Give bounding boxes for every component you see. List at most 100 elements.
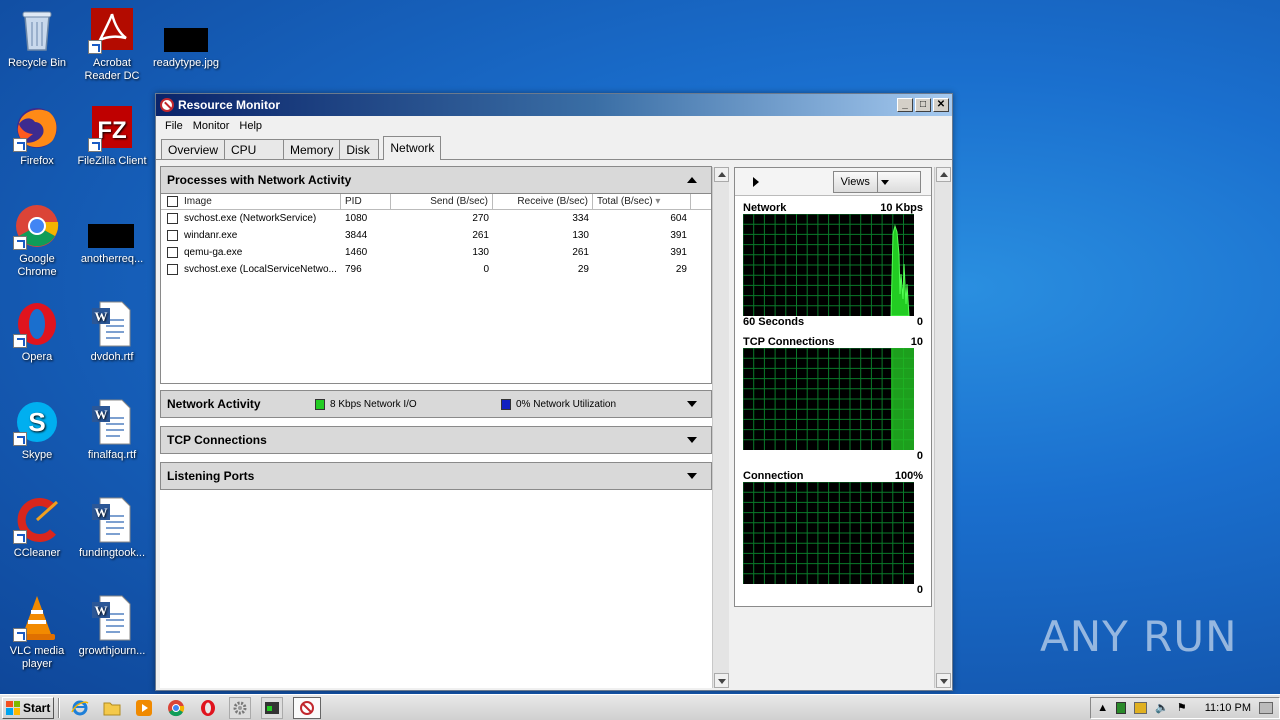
start-button[interactable]: Start xyxy=(2,696,54,719)
resource-monitor-taskbar-icon[interactable] xyxy=(293,696,321,719)
menu-bar: File Monitor Help xyxy=(156,116,952,136)
connection-graph: Connection 100% 0 xyxy=(743,470,923,596)
tab-overview[interactable]: Overview xyxy=(161,139,226,159)
processes-section-header[interactable]: Processes with Network Activity xyxy=(160,166,712,194)
security-center-icon[interactable] xyxy=(1134,701,1148,714)
col-send[interactable]: Send (B/sec) xyxy=(391,194,493,209)
maximize-button[interactable]: □ xyxy=(915,98,931,112)
tab-memory[interactable]: Memory xyxy=(283,139,341,159)
resource-monitor-window: Resource Monitor _ □ ✕ File Monitor Help… xyxy=(155,93,953,691)
settings-gear-icon[interactable] xyxy=(229,696,251,719)
table-row[interactable]: windanr.exe 3844 261 130 391 xyxy=(161,227,711,244)
desktop-icon-readytype[interactable]: readytype.jpg xyxy=(149,6,223,70)
internet-explorer-icon[interactable] xyxy=(69,697,91,719)
expand-arrow-icon[interactable] xyxy=(687,401,697,407)
collapse-arrow-icon[interactable] xyxy=(687,177,697,183)
graph-grid xyxy=(743,214,914,316)
col-total[interactable]: Total (B/sec) ▾ xyxy=(593,194,691,209)
scroll-down-arrow-icon[interactable] xyxy=(936,673,951,688)
desktop-icon-firefox[interactable]: Firefox xyxy=(0,104,74,168)
tab-strip: Overview CPU Memory Disk Network xyxy=(156,136,952,160)
desktop-icon-recycle-bin[interactable]: Recycle Bin xyxy=(0,6,74,70)
tab-cpu[interactable]: CPU xyxy=(224,139,285,159)
select-all-checkbox[interactable] xyxy=(167,196,178,207)
desktop-icon-skype[interactable]: S Skype xyxy=(0,398,74,462)
show-hidden-icons-icon[interactable]: ▲ xyxy=(1097,702,1108,714)
shortcut-arrow-icon xyxy=(13,334,27,348)
table-row[interactable]: qemu-ga.exe 1460 130 261 391 xyxy=(161,244,711,261)
show-desktop-icon[interactable] xyxy=(1259,701,1273,714)
svg-text:W: W xyxy=(95,603,108,618)
desktop-icon-acrobat[interactable]: Acrobat Reader DC xyxy=(75,6,149,83)
menu-monitor[interactable]: Monitor xyxy=(188,120,235,132)
network-graph-max: 10 Kbps xyxy=(880,202,923,214)
watermark-text: ANY RUN xyxy=(1040,612,1238,661)
clock[interactable]: 11:10 PM xyxy=(1205,702,1251,714)
desktop-icon-opera[interactable]: Opera xyxy=(0,300,74,364)
network-status-icon[interactable] xyxy=(1116,701,1127,714)
right-pane-scrollbar[interactable] xyxy=(934,167,951,688)
row-checkbox[interactable] xyxy=(167,247,178,258)
views-dropdown-button[interactable]: Views xyxy=(833,171,921,193)
action-center-flag-icon[interactable]: ⚑ xyxy=(1177,701,1187,714)
tab-disk[interactable]: Disk xyxy=(339,139,380,159)
file-explorer-icon[interactable] xyxy=(101,697,123,719)
scroll-up-arrow-icon[interactable] xyxy=(714,167,729,182)
close-button[interactable]: ✕ xyxy=(933,98,949,112)
shortcut-arrow-icon xyxy=(13,138,27,152)
word-document-icon: W xyxy=(88,398,136,446)
table-row[interactable]: svchost.exe (LocalServiceNetwo... 796 0 … xyxy=(161,261,711,278)
expand-arrow-icon[interactable] xyxy=(687,473,697,479)
network-activity-header[interactable]: Network Activity 8 Kbps Network I/O 0% N… xyxy=(160,390,712,418)
scroll-up-arrow-icon[interactable] xyxy=(936,167,951,182)
left-pane-scrollbar[interactable] xyxy=(712,167,729,688)
graphs-pane-header: Views xyxy=(735,168,931,196)
row-checkbox[interactable] xyxy=(167,264,178,275)
desktop-icon-chrome[interactable]: Google Chrome xyxy=(0,202,74,279)
desktop-icon-growthjourn[interactable]: W growthjourn... xyxy=(75,594,149,658)
terminal-window-icon[interactable] xyxy=(261,696,283,719)
media-player-icon[interactable] xyxy=(133,697,155,719)
shortcut-arrow-icon xyxy=(13,432,27,446)
process-total: 391 xyxy=(670,247,687,258)
desktop-icon-fundingtook[interactable]: W fundingtook... xyxy=(75,496,149,560)
desktop-icon-anotherreq[interactable]: anotherreq... xyxy=(75,202,149,266)
left-pane: Processes with Network Activity Image PI… xyxy=(160,166,712,688)
col-receive[interactable]: Receive (B/sec) xyxy=(493,194,593,209)
expand-arrow-icon[interactable] xyxy=(687,437,697,443)
table-row[interactable]: svchost.exe (NetworkService) 1080 270 33… xyxy=(161,210,711,227)
opera-icon[interactable] xyxy=(197,697,219,719)
anyrun-watermark: ANY RUN xyxy=(1040,612,1238,661)
processes-section-title: Processes with Network Activity xyxy=(167,173,352,187)
desktop-icon-filezilla[interactable]: FZ FileZilla Client xyxy=(75,104,149,168)
connection-graph-title: Connection xyxy=(743,470,804,482)
word-document-icon: W xyxy=(88,496,136,544)
col-pid[interactable]: PID xyxy=(341,194,391,209)
listening-ports-header[interactable]: Listening Ports xyxy=(160,462,712,490)
desktop-icon-finalfaq[interactable]: W finalfaq.rtf xyxy=(75,398,149,462)
icon-label: VLC media player xyxy=(9,645,65,670)
tcp-connections-header[interactable]: TCP Connections xyxy=(160,426,712,454)
row-checkbox[interactable] xyxy=(167,213,178,224)
connection-graph-svg xyxy=(743,482,914,584)
icon-label: dvdoh.rtf xyxy=(90,351,134,363)
process-pid: 3844 xyxy=(345,230,368,241)
expand-pane-icon[interactable] xyxy=(753,177,759,187)
desktop-icon-ccleaner[interactable]: CCleaner xyxy=(0,496,74,560)
start-label: Start xyxy=(23,700,51,715)
volume-icon[interactable]: 🔈 xyxy=(1155,701,1169,714)
chrome-icon[interactable] xyxy=(165,697,187,719)
process-total: 604 xyxy=(670,213,687,224)
desktop-icon-dvdoh[interactable]: W dvdoh.rtf xyxy=(75,300,149,364)
col-image[interactable]: Image xyxy=(161,194,341,209)
window-title: Resource Monitor xyxy=(178,98,281,112)
sort-desc-icon: ▾ xyxy=(655,196,661,207)
row-checkbox[interactable] xyxy=(167,230,178,241)
scroll-down-arrow-icon[interactable] xyxy=(714,673,729,688)
minimize-button[interactable]: _ xyxy=(897,98,913,112)
menu-help[interactable]: Help xyxy=(234,120,267,132)
window-titlebar[interactable]: Resource Monitor _ □ ✕ xyxy=(156,94,952,116)
tab-network[interactable]: Network xyxy=(383,136,442,160)
desktop-icon-vlc[interactable]: VLC media player xyxy=(0,594,74,671)
menu-file[interactable]: File xyxy=(160,120,188,132)
